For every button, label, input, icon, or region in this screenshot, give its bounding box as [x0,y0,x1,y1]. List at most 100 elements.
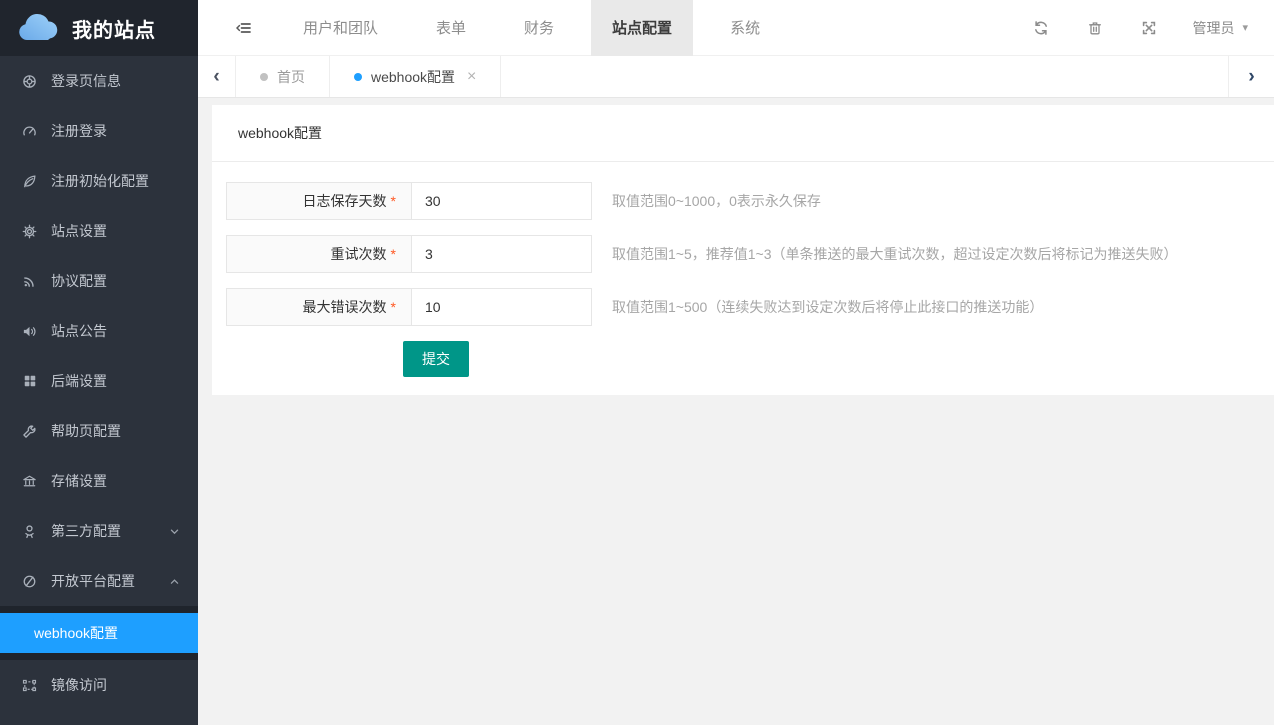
app-window: 我的站点 登录页信息 注册登录 [0,0,1274,725]
tab-dot-icon [354,73,362,81]
caret-down-icon: ▾ [1242,21,1248,34]
sidebar-item-protocol-config[interactable]: 协议配置 [0,256,198,306]
bank-icon [21,474,38,489]
page-tab-webhook-config[interactable]: webhook配置 × [330,56,501,97]
sidebar-item-label: 登录页信息 [51,71,121,91]
sidebar-item-label: 帮助页配置 [51,421,121,441]
sidebar: 我的站点 登录页信息 注册登录 [0,0,198,725]
sidebar-item-label: 后端设置 [51,371,107,391]
required-mark: * [391,193,396,209]
form-row-max-error-count: 最大错误次数* 取值范围1~500（连续失败达到设定次数后将停止此接口的推送功能… [226,288,1248,326]
sidebar-item-label: 注册登录 [51,121,107,141]
chevron-down-icon [169,526,180,537]
webhook-config-form: 日志保存天数* 取值范围0~1000，0表示永久保存 重试次数* 取值范围1~5… [212,162,1274,395]
rss-icon [21,274,38,289]
nav-tab-forms[interactable]: 表单 [415,0,487,56]
site-title: 我的站点 [72,14,156,43]
sidebar-item-storage-settings[interactable]: 存储设置 [0,456,198,506]
open-platform-submenu: webhook配置 [0,606,198,660]
page-tab-bar: ‹ 首页 webhook配置 × › [198,56,1274,98]
main-area: 用户和团队 表单 财务 站点配置 系统 [198,0,1274,725]
sidebar-item-site-announcement[interactable]: 站点公告 [0,306,198,356]
close-icon[interactable]: × [467,69,476,85]
user-menu[interactable]: 管理员 ▾ [1176,18,1274,38]
trash-icon[interactable] [1068,20,1122,36]
nav-tab-label: 财务 [524,17,554,38]
field-hint: 取值范围1~5，推荐值1~3（单条推送的最大重试次数，超过设定次数后将标记为推送… [612,235,1178,273]
wrench-icon [21,424,38,439]
field-label-text: 日志保存天数 [303,193,387,209]
sidebar-item-webhook-config[interactable]: webhook配置 [0,613,198,653]
leaf-pen-icon [21,174,38,189]
sidebar-item-third-party-config[interactable]: 第三方配置 [0,506,198,556]
dashboard-icon [21,124,38,139]
sidebar-item-site-settings[interactable]: 站点设置 [0,206,198,256]
nav-tab-users-teams[interactable]: 用户和团队 [282,0,399,56]
nav-tab-site-config[interactable]: 站点配置 [591,0,693,56]
header-actions: 管理员 ▾ [1014,18,1274,38]
tab-bar-spacer [501,56,1228,97]
brand-logo: 我的站点 [0,0,198,56]
nav-tab-label: 表单 [436,17,466,38]
user-name: 管理员 [1192,18,1234,38]
log-retention-days-input[interactable] [411,182,592,220]
max-error-count-input[interactable] [411,288,592,326]
required-mark: * [391,299,396,315]
circle-slash-icon [21,574,38,589]
sidebar-item-help-page-config[interactable]: 帮助页配置 [0,406,198,456]
speaker-icon [21,324,38,339]
card-title: webhook配置 [212,105,1274,162]
field-label: 最大错误次数* [226,288,412,326]
object-group-icon [21,678,38,693]
nav-tab-label: 用户和团队 [303,17,378,38]
nav-tab-finance[interactable]: 财务 [503,0,575,56]
submenu-item-label: webhook配置 [34,623,118,643]
form-row-log-retention-days: 日志保存天数* 取值范围0~1000，0表示永久保存 [226,182,1248,220]
nav-tab-label: 系统 [730,17,760,38]
submit-button[interactable]: 提交 [403,341,469,377]
sidebar-item-label: 协议配置 [51,271,107,291]
sidebar-item-login-page-info[interactable]: 登录页信息 [0,56,198,106]
nav-tab-label: 站点配置 [612,17,672,38]
chevron-right-icon: › [1248,66,1254,88]
sidebar-item-label: 存储设置 [51,471,107,491]
sidebar-item-backend-settings[interactable]: 后端设置 [0,356,198,406]
person-icon [21,524,38,539]
sidebar-item-label: 注册初始化配置 [51,171,149,191]
field-label: 重试次数* [226,235,412,273]
field-label-text: 最大错误次数 [303,299,387,315]
sidebar-item-label: 第三方配置 [51,521,121,541]
sidebar-item-open-platform-config[interactable]: 开放平台配置 [0,556,198,606]
sidebar-item-label: 开放平台配置 [51,571,135,591]
webhook-config-card: webhook配置 日志保存天数* 取值范围0~1000，0表示永久保存 重试次… [212,105,1274,395]
top-header: 用户和团队 表单 财务 站点配置 系统 [198,0,1274,56]
chevron-up-icon [169,576,180,587]
menu-fold-icon[interactable] [198,20,274,36]
field-hint: 取值范围1~500（连续失败达到设定次数后将停止此接口的推送功能） [612,288,1043,326]
retry-count-input[interactable] [411,235,592,273]
life-ring-icon [21,74,38,89]
content-area: webhook配置 日志保存天数* 取值范围0~1000，0表示永久保存 重试次… [198,98,1274,725]
tabs-scroll-left-button[interactable]: ‹ [198,56,236,97]
sidebar-item-mirror-access[interactable]: 镜像访问 [0,660,198,710]
gear-icon [21,224,38,239]
tabs-scroll-right-button[interactable]: › [1228,56,1274,97]
chevron-left-icon: ‹ [213,66,219,88]
cloud-logo-icon [17,13,59,43]
sidebar-menu: 登录页信息 注册登录 注册初始化配置 [0,56,198,725]
field-label-text: 重试次数 [331,246,387,262]
required-mark: * [391,246,396,262]
grid-icon [21,374,38,388]
sidebar-item-label: 站点设置 [51,221,107,241]
nav-tab-system[interactable]: 系统 [709,0,781,56]
sidebar-item-register-login[interactable]: 注册登录 [0,106,198,156]
fullscreen-icon[interactable] [1122,20,1176,36]
refresh-icon[interactable] [1014,20,1068,36]
page-tab-home[interactable]: 首页 [236,56,330,97]
sidebar-item-register-init-config[interactable]: 注册初始化配置 [0,156,198,206]
tab-dot-icon [260,73,268,81]
submit-row: 提交 [403,341,1248,377]
form-row-retry-count: 重试次数* 取值范围1~5，推荐值1~3（单条推送的最大重试次数，超过设定次数后… [226,235,1248,273]
field-label: 日志保存天数* [226,182,412,220]
page-tab-label: 首页 [277,67,305,87]
